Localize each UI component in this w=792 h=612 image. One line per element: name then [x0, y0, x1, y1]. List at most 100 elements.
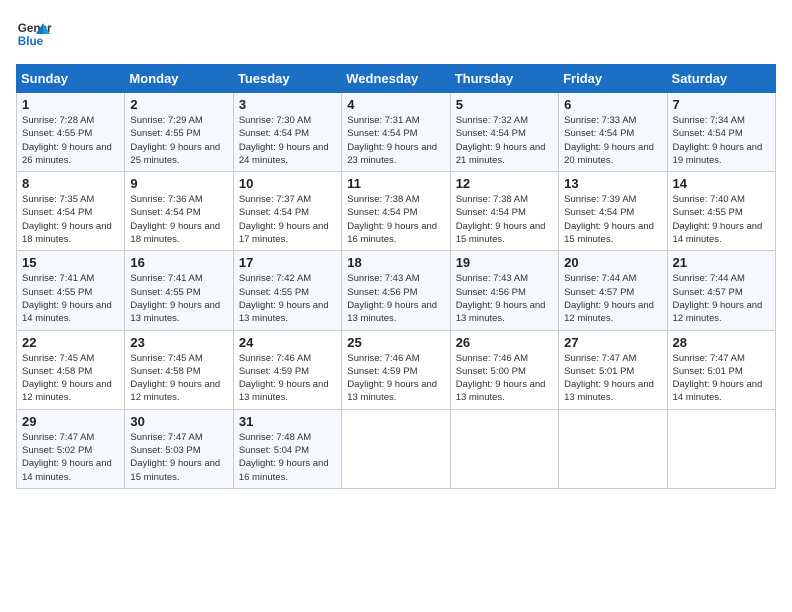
- day-number: 9: [130, 176, 227, 191]
- day-info: Sunrise: 7:46 AM Sunset: 4:59 PM Dayligh…: [347, 352, 444, 405]
- calendar-cell: 9 Sunrise: 7:36 AM Sunset: 4:54 PM Dayli…: [125, 172, 233, 251]
- calendar-cell: 30 Sunrise: 7:47 AM Sunset: 5:03 PM Dayl…: [125, 409, 233, 488]
- calendar-cell: 13 Sunrise: 7:39 AM Sunset: 4:54 PM Dayl…: [559, 172, 667, 251]
- weekday-header-tuesday: Tuesday: [233, 65, 341, 93]
- calendar-cell: 18 Sunrise: 7:43 AM Sunset: 4:56 PM Dayl…: [342, 251, 450, 330]
- weekday-header-monday: Monday: [125, 65, 233, 93]
- day-info: Sunrise: 7:33 AM Sunset: 4:54 PM Dayligh…: [564, 114, 661, 167]
- day-info: Sunrise: 7:47 AM Sunset: 5:02 PM Dayligh…: [22, 431, 119, 484]
- logo-icon: General Blue: [16, 16, 52, 52]
- calendar-cell: 6 Sunrise: 7:33 AM Sunset: 4:54 PM Dayli…: [559, 93, 667, 172]
- day-info: Sunrise: 7:44 AM Sunset: 4:57 PM Dayligh…: [673, 272, 770, 325]
- day-number: 29: [22, 414, 119, 429]
- svg-text:Blue: Blue: [18, 35, 44, 48]
- day-info: Sunrise: 7:38 AM Sunset: 4:54 PM Dayligh…: [347, 193, 444, 246]
- day-number: 13: [564, 176, 661, 191]
- day-number: 17: [239, 255, 336, 270]
- day-number: 8: [22, 176, 119, 191]
- day-info: Sunrise: 7:28 AM Sunset: 4:55 PM Dayligh…: [22, 114, 119, 167]
- day-number: 28: [673, 335, 770, 350]
- day-info: Sunrise: 7:30 AM Sunset: 4:54 PM Dayligh…: [239, 114, 336, 167]
- calendar-body: 1 Sunrise: 7:28 AM Sunset: 4:55 PM Dayli…: [17, 93, 776, 489]
- weekday-header-wednesday: Wednesday: [342, 65, 450, 93]
- calendar-cell: [667, 409, 775, 488]
- calendar-cell: 15 Sunrise: 7:41 AM Sunset: 4:55 PM Dayl…: [17, 251, 125, 330]
- day-number: 3: [239, 97, 336, 112]
- day-number: 15: [22, 255, 119, 270]
- day-number: 19: [456, 255, 553, 270]
- calendar-cell: [342, 409, 450, 488]
- calendar-cell: 10 Sunrise: 7:37 AM Sunset: 4:54 PM Dayl…: [233, 172, 341, 251]
- day-info: Sunrise: 7:36 AM Sunset: 4:54 PM Dayligh…: [130, 193, 227, 246]
- calendar-cell: 20 Sunrise: 7:44 AM Sunset: 4:57 PM Dayl…: [559, 251, 667, 330]
- day-number: 2: [130, 97, 227, 112]
- day-number: 5: [456, 97, 553, 112]
- day-info: Sunrise: 7:32 AM Sunset: 4:54 PM Dayligh…: [456, 114, 553, 167]
- day-info: Sunrise: 7:41 AM Sunset: 4:55 PM Dayligh…: [22, 272, 119, 325]
- weekday-header-thursday: Thursday: [450, 65, 558, 93]
- calendar-week-4: 22 Sunrise: 7:45 AM Sunset: 4:58 PM Dayl…: [17, 330, 776, 409]
- day-info: Sunrise: 7:45 AM Sunset: 4:58 PM Dayligh…: [22, 352, 119, 405]
- calendar-cell: 26 Sunrise: 7:46 AM Sunset: 5:00 PM Dayl…: [450, 330, 558, 409]
- day-number: 6: [564, 97, 661, 112]
- calendar-week-1: 1 Sunrise: 7:28 AM Sunset: 4:55 PM Dayli…: [17, 93, 776, 172]
- day-info: Sunrise: 7:38 AM Sunset: 4:54 PM Dayligh…: [456, 193, 553, 246]
- calendar-week-3: 15 Sunrise: 7:41 AM Sunset: 4:55 PM Dayl…: [17, 251, 776, 330]
- day-info: Sunrise: 7:47 AM Sunset: 5:03 PM Dayligh…: [130, 431, 227, 484]
- calendar-cell: 7 Sunrise: 7:34 AM Sunset: 4:54 PM Dayli…: [667, 93, 775, 172]
- calendar-cell: 3 Sunrise: 7:30 AM Sunset: 4:54 PM Dayli…: [233, 93, 341, 172]
- day-info: Sunrise: 7:41 AM Sunset: 4:55 PM Dayligh…: [130, 272, 227, 325]
- day-info: Sunrise: 7:35 AM Sunset: 4:54 PM Dayligh…: [22, 193, 119, 246]
- day-number: 11: [347, 176, 444, 191]
- day-info: Sunrise: 7:43 AM Sunset: 4:56 PM Dayligh…: [347, 272, 444, 325]
- calendar-cell: 4 Sunrise: 7:31 AM Sunset: 4:54 PM Dayli…: [342, 93, 450, 172]
- weekday-header-sunday: Sunday: [17, 65, 125, 93]
- calendar-cell: 21 Sunrise: 7:44 AM Sunset: 4:57 PM Dayl…: [667, 251, 775, 330]
- weekday-header-saturday: Saturday: [667, 65, 775, 93]
- calendar-cell: [559, 409, 667, 488]
- calendar-cell: 11 Sunrise: 7:38 AM Sunset: 4:54 PM Dayl…: [342, 172, 450, 251]
- day-info: Sunrise: 7:39 AM Sunset: 4:54 PM Dayligh…: [564, 193, 661, 246]
- calendar-table: SundayMondayTuesdayWednesdayThursdayFrid…: [16, 64, 776, 489]
- day-number: 24: [239, 335, 336, 350]
- calendar-cell: 28 Sunrise: 7:47 AM Sunset: 5:01 PM Dayl…: [667, 330, 775, 409]
- day-number: 26: [456, 335, 553, 350]
- calendar-cell: 27 Sunrise: 7:47 AM Sunset: 5:01 PM Dayl…: [559, 330, 667, 409]
- day-info: Sunrise: 7:40 AM Sunset: 4:55 PM Dayligh…: [673, 193, 770, 246]
- day-number: 22: [22, 335, 119, 350]
- calendar-cell: 29 Sunrise: 7:47 AM Sunset: 5:02 PM Dayl…: [17, 409, 125, 488]
- day-number: 25: [347, 335, 444, 350]
- calendar-cell: 22 Sunrise: 7:45 AM Sunset: 4:58 PM Dayl…: [17, 330, 125, 409]
- day-info: Sunrise: 7:47 AM Sunset: 5:01 PM Dayligh…: [673, 352, 770, 405]
- day-number: 23: [130, 335, 227, 350]
- day-number: 21: [673, 255, 770, 270]
- calendar-cell: 25 Sunrise: 7:46 AM Sunset: 4:59 PM Dayl…: [342, 330, 450, 409]
- day-info: Sunrise: 7:43 AM Sunset: 4:56 PM Dayligh…: [456, 272, 553, 325]
- day-number: 18: [347, 255, 444, 270]
- weekday-header-friday: Friday: [559, 65, 667, 93]
- calendar-cell: 1 Sunrise: 7:28 AM Sunset: 4:55 PM Dayli…: [17, 93, 125, 172]
- day-number: 7: [673, 97, 770, 112]
- day-info: Sunrise: 7:45 AM Sunset: 4:58 PM Dayligh…: [130, 352, 227, 405]
- calendar-week-5: 29 Sunrise: 7:47 AM Sunset: 5:02 PM Dayl…: [17, 409, 776, 488]
- day-info: Sunrise: 7:47 AM Sunset: 5:01 PM Dayligh…: [564, 352, 661, 405]
- calendar-cell: 8 Sunrise: 7:35 AM Sunset: 4:54 PM Dayli…: [17, 172, 125, 251]
- weekday-header-row: SundayMondayTuesdayWednesdayThursdayFrid…: [17, 65, 776, 93]
- calendar-cell: 16 Sunrise: 7:41 AM Sunset: 4:55 PM Dayl…: [125, 251, 233, 330]
- calendar-cell: 24 Sunrise: 7:46 AM Sunset: 4:59 PM Dayl…: [233, 330, 341, 409]
- day-info: Sunrise: 7:46 AM Sunset: 5:00 PM Dayligh…: [456, 352, 553, 405]
- day-info: Sunrise: 7:48 AM Sunset: 5:04 PM Dayligh…: [239, 431, 336, 484]
- day-number: 12: [456, 176, 553, 191]
- page-header: General Blue: [16, 16, 776, 52]
- calendar-cell: 19 Sunrise: 7:43 AM Sunset: 4:56 PM Dayl…: [450, 251, 558, 330]
- calendar-cell: 23 Sunrise: 7:45 AM Sunset: 4:58 PM Dayl…: [125, 330, 233, 409]
- day-number: 1: [22, 97, 119, 112]
- day-number: 20: [564, 255, 661, 270]
- day-info: Sunrise: 7:29 AM Sunset: 4:55 PM Dayligh…: [130, 114, 227, 167]
- day-number: 10: [239, 176, 336, 191]
- calendar-cell: 12 Sunrise: 7:38 AM Sunset: 4:54 PM Dayl…: [450, 172, 558, 251]
- day-info: Sunrise: 7:34 AM Sunset: 4:54 PM Dayligh…: [673, 114, 770, 167]
- calendar-cell: 5 Sunrise: 7:32 AM Sunset: 4:54 PM Dayli…: [450, 93, 558, 172]
- day-number: 16: [130, 255, 227, 270]
- day-info: Sunrise: 7:46 AM Sunset: 4:59 PM Dayligh…: [239, 352, 336, 405]
